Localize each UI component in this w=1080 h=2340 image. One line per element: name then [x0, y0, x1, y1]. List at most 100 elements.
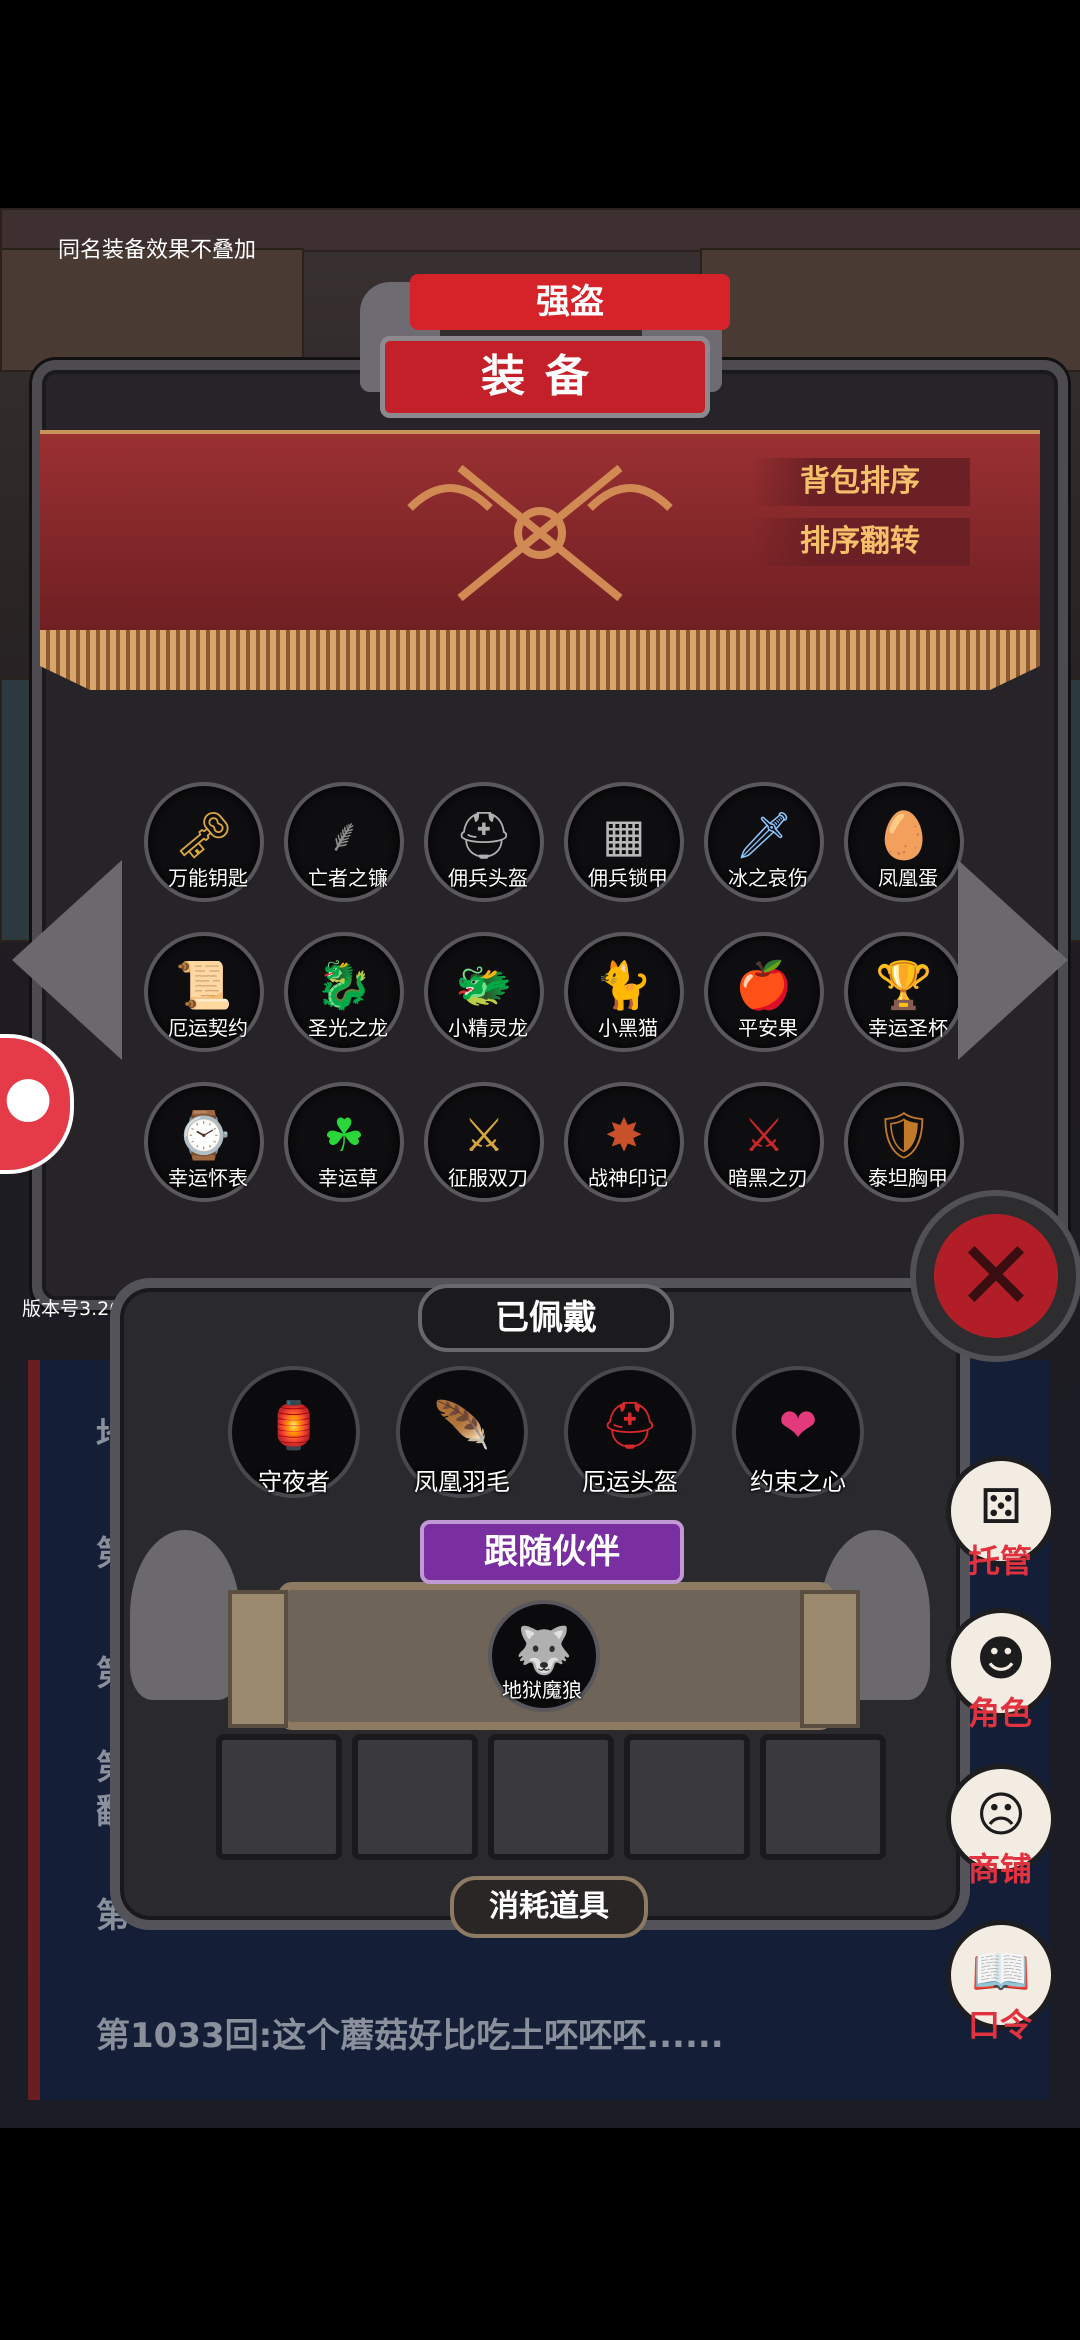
hooded-figure-icon: ☻: [975, 1631, 1027, 1687]
inventory-slot[interactable]: 🗝 万能钥匙: [144, 782, 264, 902]
worn-slot[interactable]: 🏮 守夜者: [228, 1366, 360, 1498]
inventory-item-label: 圣光之龙: [308, 1016, 388, 1040]
sort-backpack-button[interactable]: 背包排序: [750, 458, 970, 506]
inventory-item-label: 亡者之镰: [308, 866, 388, 890]
close-icon[interactable]: ✕: [934, 1214, 1058, 1338]
titan-armor-icon: 🛡: [874, 1108, 934, 1163]
inventory-slot[interactable]: 🛡 泰坦胸甲: [844, 1082, 964, 1202]
prev-page-arrow-icon[interactable]: [12, 860, 122, 1060]
side-menu-label[interactable]: 口令: [950, 2000, 1050, 2046]
ice-sword-icon: 🗡: [734, 808, 794, 863]
crossed-swords-emblem-icon: [407, 464, 673, 602]
inventory-slot[interactable]: ☘ 幸运草: [284, 1082, 404, 1202]
dark-blade-icon: ⚔: [743, 1108, 785, 1163]
scroll-icon: 📜: [175, 958, 233, 1013]
clover-icon: ☘: [323, 1108, 365, 1163]
dragon-statue-left: [130, 1530, 240, 1700]
chalice-icon: 🏆: [875, 958, 933, 1013]
inventory-item-label: 平安果: [738, 1016, 798, 1040]
consumable-slot[interactable]: [216, 1734, 342, 1860]
worn-slot[interactable]: ⛑ 厄运头盔: [564, 1366, 696, 1498]
inventory-slot[interactable]: ⚔ 征服双刀: [424, 1082, 544, 1202]
worn-item-label: 凤凰羽毛: [414, 1468, 510, 1496]
twin-blades-icon: ⚔: [463, 1108, 505, 1163]
inventory-item-label: 战神印记: [588, 1166, 668, 1190]
side-menu-label[interactable]: 托管: [950, 1536, 1050, 1582]
book-icon: 📖: [971, 1944, 1031, 2000]
companion-name: 地狱魔狼: [502, 1678, 582, 1702]
inventory-slot[interactable]: 🐈 小黑猫: [564, 932, 684, 1052]
consumable-slot[interactable]: [760, 1734, 886, 1860]
inventory-slot[interactable]: 🍎 平安果: [704, 932, 824, 1052]
inventory-slot[interactable]: 🏆 幸运圣杯: [844, 932, 964, 1052]
worn-item-label: 厄运头盔: [582, 1468, 678, 1496]
user-icon: ●: [3, 1064, 53, 1129]
wall-brick: [700, 248, 1080, 372]
inventory-item-label: 泰坦胸甲: [868, 1166, 948, 1190]
inventory-item-label: 佣兵头盔: [448, 866, 528, 890]
worn-title: 已佩戴: [418, 1284, 674, 1352]
inventory-item-label: 幸运草: [318, 1166, 378, 1190]
key-icon: 🗝: [174, 808, 234, 863]
inventory-slot[interactable]: 🐲 小精灵龙: [424, 932, 544, 1052]
inventory-item-label: 佣兵锁甲: [588, 866, 668, 890]
log-line: 第1033回:这个蘑菇好比吃土呸呸呸......: [96, 2016, 724, 2056]
consumable-slot[interactable]: [352, 1734, 478, 1860]
inventory-slot[interactable]: 🗡 冰之哀伤: [704, 782, 824, 902]
dice-icon: ⚄: [980, 1479, 1022, 1535]
page-title: 装备: [380, 336, 710, 418]
pillar-left: [228, 1590, 288, 1728]
merchant-icon: ☹: [975, 1787, 1027, 1843]
character-class-title: 强盗: [410, 274, 730, 330]
egg-icon: 🥚: [875, 808, 933, 863]
consumable-slot[interactable]: [624, 1734, 750, 1860]
worn-item-label: 约束之心: [750, 1468, 846, 1496]
war-mark-icon: ✸: [604, 1108, 644, 1163]
reverse-sort-button[interactable]: 排序翻转: [750, 518, 970, 566]
side-menu-label[interactable]: 商铺: [950, 1844, 1050, 1890]
inventory-slot[interactable]: ⸙ 亡者之镰: [284, 782, 404, 902]
black-cat-icon: 🐈: [595, 958, 653, 1013]
banner-fringe: [40, 630, 1040, 690]
hell-wolf-icon: 🐺: [515, 1622, 573, 1677]
doom-helmet-icon: ⛑: [600, 1397, 660, 1452]
inventory-slot[interactable]: ⛑ 佣兵头盔: [424, 782, 544, 902]
notice-text: 同名装备效果不叠加: [58, 238, 257, 263]
fairy-dragon-icon: 🐲: [455, 958, 513, 1013]
inventory-item-label: 幸运怀表: [168, 1166, 248, 1190]
consumables-title: 消耗道具: [450, 1876, 648, 1938]
inventory-slot[interactable]: 🥚 凤凰蛋: [844, 782, 964, 902]
inventory-slot[interactable]: ✸ 战神印记: [564, 1082, 684, 1202]
consumable-slot[interactable]: [488, 1734, 614, 1860]
pocket-watch-icon: ⌚: [175, 1108, 233, 1163]
side-menu-label[interactable]: 角色: [950, 1688, 1050, 1734]
inventory-item-label: 小黑猫: [598, 1016, 658, 1040]
feather-icon: 🪶: [433, 1397, 491, 1452]
inventory-item-label: 冰之哀伤: [728, 866, 808, 890]
gold-dragon-icon: 🐉: [315, 958, 373, 1013]
inventory-slot[interactable]: ⌚ 幸运怀表: [144, 1082, 264, 1202]
inventory-slot[interactable]: 📜 厄运契约: [144, 932, 264, 1052]
inventory-item-label: 暗黑之刃: [728, 1166, 808, 1190]
version-label: 版本号3.26: [22, 1298, 122, 1320]
worn-slot[interactable]: 🪶 凤凰羽毛: [396, 1366, 528, 1498]
next-page-arrow-icon[interactable]: [958, 860, 1068, 1060]
inventory-slot[interactable]: 🐉 圣光之龙: [284, 932, 404, 1052]
scythe-icon: ⸙: [326, 808, 362, 863]
heart-gem-icon: ❤: [778, 1397, 818, 1452]
worn-item-label: 守夜者: [258, 1468, 330, 1496]
worn-slot[interactable]: ❤ 约束之心: [732, 1366, 864, 1498]
inventory-item-label: 征服双刀: [448, 1166, 528, 1190]
inventory-item-label: 厄运契约: [168, 1016, 248, 1040]
companion-title: 跟随伙伴: [420, 1520, 684, 1584]
inventory-item-label: 小精灵龙: [448, 1016, 528, 1040]
wall-brick: [0, 248, 304, 372]
lantern-icon: 🏮: [265, 1397, 323, 1452]
companion-slot[interactable]: 🐺 地狱魔狼: [488, 1600, 600, 1712]
pillar-right: [800, 1590, 860, 1728]
apple-icon: 🍎: [735, 958, 793, 1013]
inventory-slot[interactable]: ▦ 佣兵锁甲: [564, 782, 684, 902]
inventory-item-label: 万能钥匙: [168, 866, 248, 890]
inventory-slot[interactable]: ⚔ 暗黑之刃: [704, 1082, 824, 1202]
helmet-icon: ⛑: [454, 808, 514, 863]
